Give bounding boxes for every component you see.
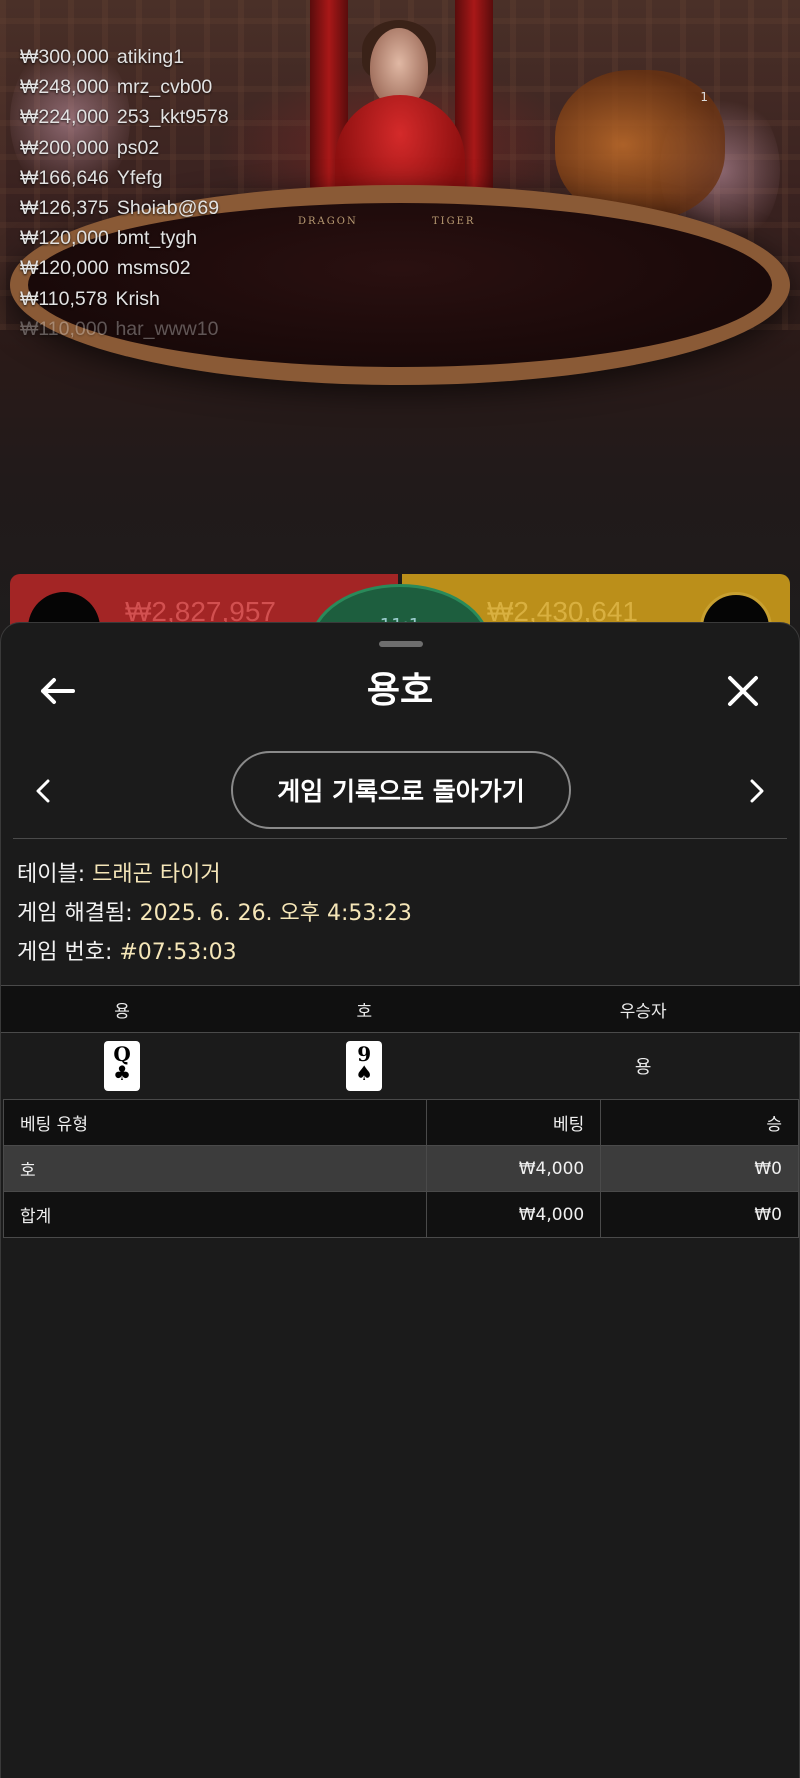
leaderboard-user: Yfefg	[116, 166, 163, 189]
video-counter: 1	[700, 90, 708, 104]
info-resolved-value: 2025. 6. 26. 오후 4:53:23	[139, 901, 412, 926]
leaderboard-row: ₩110,000 har_www10	[20, 318, 229, 348]
tiger-card-cell: 9 ♠	[243, 1032, 486, 1099]
game-details-sheet: 용호 게임 기록으로 돌아가기 테이블: 드래곤 타이거 게임 해결됨: 202…	[0, 622, 800, 1778]
close-icon	[728, 676, 758, 706]
result-header-tiger: 호	[243, 985, 486, 1033]
info-number-label: 게임 번호:	[17, 940, 113, 965]
info-resolved-row: 게임 해결됨: 2025. 6. 26. 오후 4:53:23	[17, 894, 412, 933]
leaderboard-amount: ₩120,000	[20, 227, 109, 250]
leaderboard-amount: ₩224,000	[20, 106, 109, 129]
result-table: 용 호 우승자 Q ♣ 9 ♠ 용	[1, 985, 800, 1099]
next-game-button[interactable]	[733, 767, 781, 815]
leaderboard-user: msms02	[116, 257, 191, 280]
sheet-title: 용호	[366, 670, 434, 711]
playing-card-dragon: Q ♣	[104, 1040, 141, 1091]
leaderboard-amount: ₩120,000	[20, 257, 109, 280]
leaderboard-row: ₩200,000 ps02	[20, 137, 229, 167]
winner-cell: 용	[485, 1032, 800, 1099]
previous-game-button[interactable]	[19, 767, 67, 815]
info-table-label: 테이블:	[17, 862, 86, 887]
sheet-drag-handle[interactable]	[379, 641, 423, 647]
leaderboard-amount: ₩248,000	[20, 76, 109, 99]
leaderboard: ₩300,000 atiking1 ₩248,000 mrz_cvb00 ₩224,…	[20, 46, 229, 348]
divider	[13, 838, 787, 839]
info-table-value: 드래곤 타이거	[92, 862, 221, 887]
total-bet: ₩4,000	[426, 1191, 602, 1238]
leaderboard-user: bmt_tygh	[116, 227, 198, 250]
total-label: 합계	[2, 1191, 428, 1238]
leaderboard-user: Krish	[115, 287, 160, 310]
result-header-dragon: 용	[1, 985, 244, 1033]
club-suit-icon: ♣	[113, 1060, 132, 1085]
bets-header-bet: 베팅	[426, 1099, 602, 1146]
leaderboard-user: ps02	[116, 136, 160, 159]
leaderboard-amount: ₩126,375	[20, 196, 109, 219]
leaderboard-row: ₩224,000 253_kkt9578	[20, 106, 229, 136]
result-header-winner: 우승자	[485, 985, 800, 1033]
leaderboard-amount: ₩110,000	[20, 317, 108, 340]
leaderboard-row: ₩300,000 atiking1	[20, 46, 229, 76]
leaderboard-row: ₩166,646 Yfefg	[20, 167, 229, 197]
bets-header-win: 승	[600, 1099, 799, 1146]
bets-header-row: 베팅 유형 베팅 승	[2, 1099, 799, 1146]
info-resolved-label: 게임 해결됨:	[17, 901, 133, 926]
result-row: Q ♣ 9 ♠ 용	[1, 1032, 800, 1099]
chevron-left-icon	[36, 779, 50, 803]
bets-header-type: 베팅 유형	[2, 1099, 428, 1146]
spade-suit-icon: ♠	[355, 1060, 374, 1085]
leaderboard-user: Shoiab@69	[116, 196, 220, 219]
table-label-dragon: DRAGON	[298, 216, 358, 227]
leaderboard-user: 253_kkt9578	[116, 106, 229, 129]
info-number-value: #07:53:03	[119, 940, 237, 965]
bets-total-row: 합계 ₩4,000 ₩0	[2, 1191, 799, 1238]
info-table-row: 테이블: 드래곤 타이거	[17, 855, 412, 894]
leaderboard-user: har_www10	[115, 317, 219, 340]
leaderboard-row: ₩126,375 Shoiab@69	[20, 197, 229, 227]
leaderboard-row: ₩120,000 msms02	[20, 257, 229, 287]
result-header-row: 용 호 우승자	[1, 985, 800, 1033]
leaderboard-user: mrz_cvb00	[116, 76, 213, 99]
game-navigation: 게임 기록으로 돌아가기	[1, 751, 799, 831]
leaderboard-row: ₩248,000 mrz_cvb00	[20, 76, 229, 106]
leaderboard-amount: ₩166,646	[20, 166, 109, 189]
bets-table: 베팅 유형 베팅 승 호 ₩4,000 ₩0 합계 ₩4,000 ₩0	[2, 1099, 799, 1238]
game-info: 테이블: 드래곤 타이거 게임 해결됨: 2025. 6. 26. 오후 4:5…	[17, 855, 412, 972]
bet-amount: ₩4,000	[426, 1145, 602, 1192]
info-number-row: 게임 번호: #07:53:03	[17, 933, 412, 972]
leaderboard-user: atiking1	[116, 46, 185, 68]
live-video-feed: DRAGON TIGER 1 ₩300,000 atiking1 ₩248,000…	[0, 0, 800, 640]
close-button[interactable]	[715, 663, 771, 719]
leaderboard-row: ₩120,000 bmt_tygh	[20, 227, 229, 257]
bet-win: ₩0	[600, 1145, 799, 1192]
dragon-card-cell: Q ♣	[1, 1032, 244, 1099]
bet-row: 호 ₩4,000 ₩0	[2, 1145, 799, 1192]
chevron-right-icon	[750, 779, 764, 803]
leaderboard-amount: ₩300,000	[20, 46, 109, 68]
leaderboard-row: ₩110,578 Krish	[20, 288, 229, 318]
table-label-tiger: TIGER	[432, 216, 476, 227]
leaderboard-amount: ₩110,578	[20, 287, 108, 310]
bet-type: 호	[2, 1145, 428, 1192]
total-win: ₩0	[600, 1191, 799, 1238]
leaderboard-amount: ₩200,000	[20, 136, 109, 159]
back-to-history-button[interactable]: 게임 기록으로 돌아가기	[231, 751, 571, 829]
playing-card-tiger: 9 ♠	[346, 1040, 383, 1091]
